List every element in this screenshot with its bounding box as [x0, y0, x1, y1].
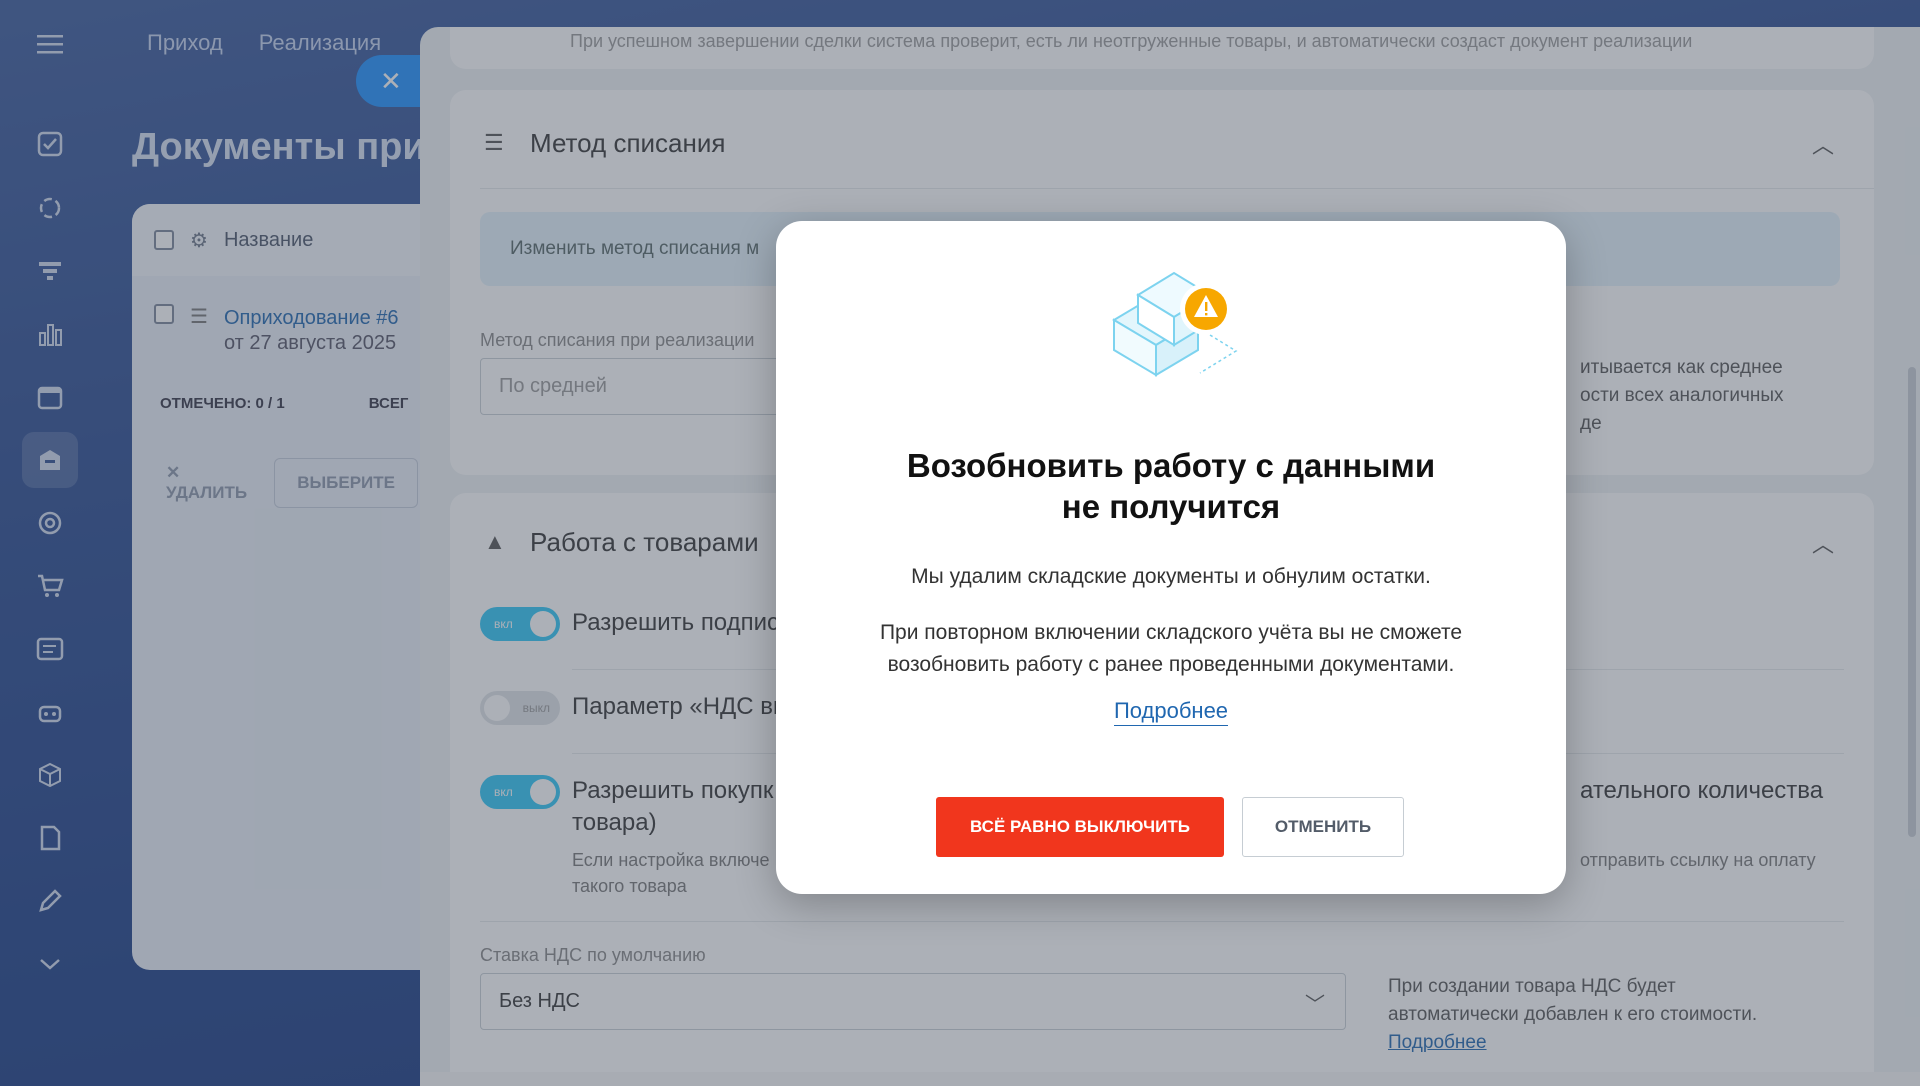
dialog-more-link-wrap: Подробнее: [776, 698, 1566, 726]
confirm-disable-button[interactable]: ВСЁ РАВНО ВЫКЛЮЧИТЬ: [936, 797, 1224, 857]
confirm-disable-dialog: Возобновить работу с данными не получитс…: [776, 221, 1566, 894]
dialog-title: Возобновить работу с данными не получитс…: [776, 445, 1566, 527]
warning-boxes-icon: [1112, 271, 1238, 377]
dialog-text-delete: Мы удалим складские документы и обнулим …: [911, 565, 1431, 588]
dialog-text-reenable: При повторном включении складского учёта…: [879, 621, 1463, 676]
cancel-button[interactable]: ОТМЕНИТЬ: [1242, 797, 1404, 857]
dialog-title-line1: Возобновить работу с данными: [906, 447, 1436, 484]
dialog-more-link[interactable]: Подробнее: [1113, 698, 1229, 726]
dialog-title-line2: не получится: [1061, 488, 1281, 525]
